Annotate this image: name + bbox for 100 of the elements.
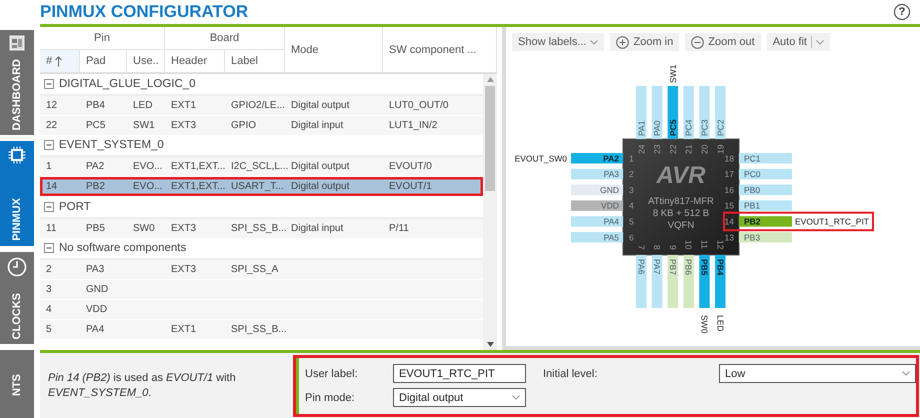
sidebar-tab[interactable]: NTS (0, 350, 34, 418)
select-field[interactable]: Digital output (393, 388, 526, 407)
pin-bar[interactable] (739, 184, 792, 196)
pin-bar[interactable] (699, 255, 710, 308)
table-cell-text: EXT1 (170, 324, 198, 335)
table-cell-text: GPIO2/LE... (230, 100, 285, 110)
table-cell-text: PB2 (85, 181, 106, 192)
column-group-header: Pin (40, 27, 165, 50)
help-button[interactable]: ? (894, 4, 910, 20)
pin-number: 14 (724, 216, 734, 226)
collapse-icon[interactable] (44, 202, 54, 212)
pad-name: PB6 (684, 259, 694, 276)
input-field[interactable]: EVOUT1_RTC_PIT (393, 364, 526, 383)
pin-number: 8 (652, 245, 662, 250)
table-row[interactable]: 3 GND (40, 280, 483, 300)
column-header[interactable]: Header (165, 50, 225, 73)
table-cell-text: SPI_SS_B... (230, 222, 285, 234)
chevron-down-icon (902, 371, 910, 376)
group-name: EVENT_SYSTEM_0 (59, 139, 164, 152)
pin-bar[interactable] (739, 200, 792, 211)
table-cell-text: EXT3 (170, 264, 198, 275)
table-cell-text: Digital output (290, 100, 350, 110)
table-cell-text: PB5 (85, 222, 106, 234)
pin-number: 2 (629, 169, 634, 180)
signal-label: EVOUT1_RTC_PIT (793, 214, 871, 228)
pad-name: PC3 (700, 119, 710, 136)
scrollbar[interactable] (483, 74, 497, 350)
signal-label: EVOUT_SW0 (514, 153, 567, 164)
table-cell-text: VDD (85, 304, 108, 315)
table-cell-text: EVOUT/0 (388, 161, 433, 172)
pad-name: PA2 (603, 153, 619, 164)
toolbar-button[interactable]: Show labels... (512, 33, 604, 51)
table-cell-text: GPIO (230, 120, 258, 130)
pin-bar[interactable] (668, 86, 678, 139)
pin-number: 5 (629, 216, 634, 226)
board-icon (9, 35, 25, 51)
column-header[interactable]: # (40, 50, 80, 73)
pin-number: 16 (724, 184, 734, 195)
pad-name: PA5 (604, 232, 619, 242)
table-cell-text: EXT3 (170, 120, 198, 130)
toolbar-button[interactable]: Zoom in (610, 33, 680, 51)
table-cell-text: P/11 (388, 222, 410, 234)
column-header[interactable]: Label (225, 50, 285, 73)
table-cell-text: 1 (45, 161, 53, 172)
column-group-header: Board (165, 27, 285, 50)
pin-bar[interactable] (683, 255, 694, 308)
pin-bar[interactable] (571, 153, 623, 164)
pad-name: PB7 (668, 259, 678, 276)
table-cell-text: 11 (45, 222, 58, 234)
pin-number: 4 (629, 200, 634, 211)
field-label: User label: (305, 368, 359, 380)
pin-number: 1 (629, 153, 634, 164)
table-cell-text: USART_T... (230, 181, 285, 192)
signal-label: SW0 (700, 315, 710, 334)
column-header[interactable]: Pad (80, 50, 127, 73)
pad-name: PA6 (636, 259, 646, 274)
table-row[interactable]: 11 PB5 SW0 EXT3 SPI_SS_B... Digital input P/11 (40, 218, 483, 238)
toolbar-button[interactable]: Auto fit (766, 33, 830, 51)
sidebar-tab[interactable]: DASHBOARD (0, 30, 34, 135)
table-cell-text: Digital input (290, 120, 344, 130)
table-row[interactable]: 12 PB4 LED EXT1 GPIO2/LE... Digital output LUT0_OUT/0 (40, 96, 483, 116)
table-row[interactable]: 14 PB2 EVO... EXT1,EXT... USART_T... Digital output EVOUT/1 (40, 177, 483, 197)
pad-name: VDD (601, 200, 619, 211)
table-cell-text: EVOUT/1 (388, 181, 433, 192)
table-row[interactable]: 2 PA3 EXT3 SPI_SS_A (40, 260, 483, 280)
table-cell-text: PC5 (85, 120, 106, 130)
table-row[interactable]: 1 PA2 EVO... EXT1,EXT... I2C_SCL,L... Digital output EVOUT/0 (40, 157, 483, 177)
pad-name: PB2 (744, 216, 761, 226)
scroll-down-icon[interactable] (486, 342, 494, 347)
pad-name: PA4 (604, 216, 619, 226)
collapse-icon[interactable] (44, 78, 54, 89)
table-cell-text: EXT1,EXT... (170, 181, 225, 192)
select-field[interactable]: Low (719, 364, 916, 383)
group-name: PORT (59, 200, 91, 213)
table-row[interactable]: 5 PA4 EXT1 SPI_SS_B... (40, 320, 483, 340)
sidebar-tab[interactable]: PINMUX (0, 141, 34, 246)
collapse-icon[interactable] (44, 140, 54, 150)
chip-logo: AVR (656, 162, 706, 189)
pin-bar[interactable] (739, 216, 792, 227)
pin-number: 15 (724, 200, 734, 211)
table-cell-text: 22 (45, 120, 58, 130)
column-header[interactable]: Use.. (127, 50, 165, 73)
chip-memory: 8 KB + 512 B (652, 208, 710, 219)
column-header[interactable]: SW component ... (383, 27, 497, 73)
collapse-icon[interactable] (44, 243, 54, 254)
table-row[interactable]: 4 VDD (40, 300, 483, 320)
table-cell-text: EVO... (132, 181, 164, 192)
pin-number: 9 (668, 245, 678, 250)
table-cell-text: 5 (45, 324, 53, 335)
pad-name: PA7 (652, 259, 662, 274)
pad-name: PB1 (744, 200, 760, 211)
table-row[interactable]: 22 PC5 SW1 EXT3 GPIO Digital input LUT1_IN/2 (40, 116, 483, 136)
table-cell-text: EXT1,EXT... (170, 161, 225, 172)
pin-bar[interactable] (571, 184, 623, 196)
toolbar-button[interactable]: Zoom out (685, 33, 761, 51)
pin-bar[interactable] (715, 255, 726, 308)
pin-number: 19 (715, 144, 726, 154)
table-cell-text: LUT0_OUT/0 (388, 100, 450, 110)
column-header[interactable]: Mode (285, 27, 383, 73)
sidebar-tab[interactable]: CLOCKS (0, 252, 34, 344)
